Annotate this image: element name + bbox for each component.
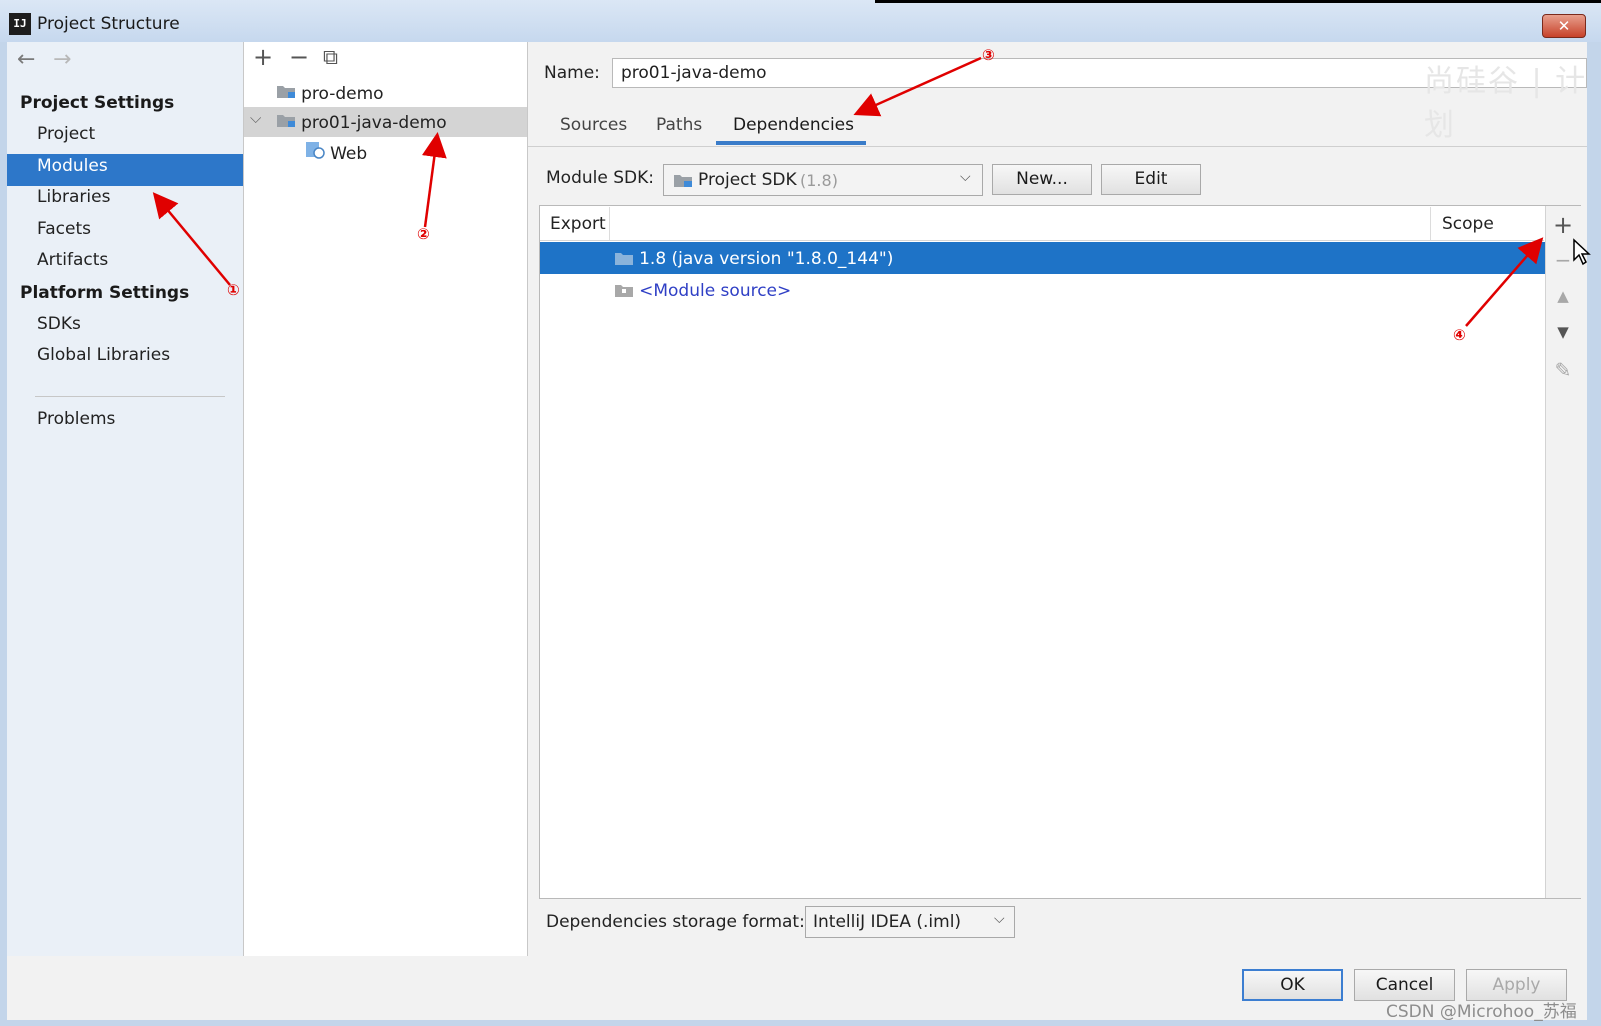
annotation-arrow-3 — [853, 56, 982, 117]
annotation-arrow-1 — [152, 192, 231, 286]
annotation-arrow-4 — [1465, 237, 1544, 327]
annotation-number-2: ② — [417, 225, 430, 243]
annotation-number-3: ③ — [982, 46, 995, 64]
annotation-number-1: ① — [227, 281, 240, 299]
annotation-number-4: ④ — [1453, 326, 1466, 344]
annotation-arrows — [152, 56, 1544, 327]
csdn-credit-watermark: CSDN @Microhoo_苏福 — [1386, 1002, 1577, 1022]
annotation-arrow-2 — [421, 132, 447, 228]
